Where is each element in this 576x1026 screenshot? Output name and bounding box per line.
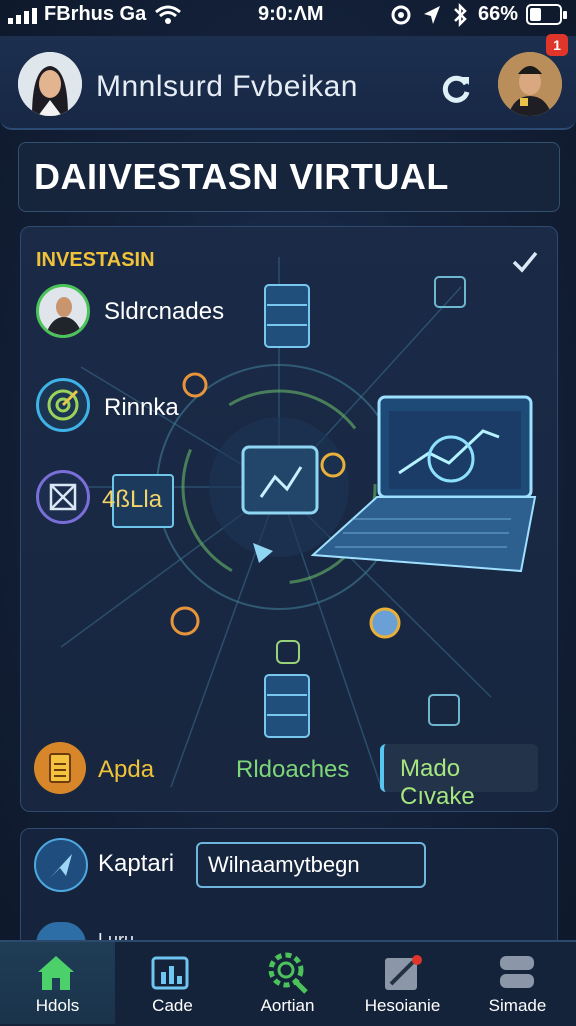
section-label: INVESTASIN — [36, 249, 155, 271]
edit-icon — [385, 955, 422, 990]
nav-home[interactable]: Hdols — [0, 942, 115, 1024]
check-icon[interactable] — [508, 244, 542, 278]
lock-rotation-icon — [391, 5, 411, 25]
nav-label: Cade — [152, 996, 193, 1015]
signal-icon — [8, 8, 37, 24]
rldoaches-link[interactable]: Rldoaches — [236, 756, 349, 784]
home-icon — [38, 956, 74, 990]
mado-button[interactable]: Mado Cıvake — [380, 744, 538, 810]
nav-label: Aortian — [260, 996, 315, 1015]
nav-label: Simade — [488, 996, 547, 1015]
status-bar: FBrhus Ga 9:0:ΛM 66% — [0, 0, 576, 30]
user-avatar[interactable] — [18, 52, 82, 116]
partial-label: Luru — [98, 930, 135, 940]
server-icon-bottom — [264, 674, 310, 738]
gear-search-icon — [268, 952, 308, 994]
location-icon — [424, 6, 440, 24]
navigation-icon — [34, 838, 88, 892]
search-input[interactable] — [196, 842, 426, 888]
wifi-icon — [155, 5, 181, 24]
chart-icon — [151, 956, 189, 990]
target-icon — [36, 378, 90, 432]
search-label: Kaptari — [98, 850, 175, 877]
list-item-label: Rinnka — [104, 394, 179, 421]
page-title: DAIIVESTASN VIRTUAL — [34, 156, 449, 197]
monitor-icon — [241, 445, 319, 515]
map-icon — [36, 470, 90, 524]
nav-cade[interactable]: Cade — [115, 942, 230, 1024]
user-photo — [18, 52, 82, 116]
stack-icon — [500, 956, 534, 988]
carrier-name: FBrhus Ga — [44, 3, 147, 25]
bluetooth-icon — [454, 3, 467, 27]
profile-avatar[interactable] — [498, 52, 562, 116]
nav-label: Hdols — [35, 996, 80, 1015]
nav-hesoianie[interactable]: Hesoianie — [345, 942, 460, 1024]
refresh-icon[interactable] — [440, 72, 472, 104]
list-item-4blla[interactable]: 4ßLla — [36, 470, 236, 530]
clipboard-icon — [34, 742, 86, 794]
person-avatar-icon — [36, 284, 90, 338]
mado-label: Mado Cıvake — [400, 755, 475, 810]
status-time: 9:0:ΛM — [258, 3, 324, 25]
list-item-label: Sldrcnades — [104, 298, 225, 325]
list-item-label: 4ßLla — [102, 486, 163, 513]
notification-badge[interactable]: 1 — [546, 34, 568, 56]
battery-icon — [526, 4, 567, 25]
list-item-rinnka[interactable]: Rinnka — [36, 378, 236, 438]
apda-button[interactable]: Apda — [34, 742, 164, 796]
list-item-sldrcnades[interactable]: Sldrcnades — [36, 284, 296, 344]
battery-percent: 66% — [478, 3, 519, 25]
nav-aortian[interactable]: Aortian — [230, 942, 345, 1024]
profile-photo — [498, 52, 562, 116]
apda-label: Apda — [98, 756, 155, 783]
nav-label: Hesoianie — [364, 996, 441, 1015]
user-name: Mnnlsurd Fvbeikan — [96, 70, 358, 103]
nav-simade[interactable]: Simade — [460, 942, 575, 1024]
